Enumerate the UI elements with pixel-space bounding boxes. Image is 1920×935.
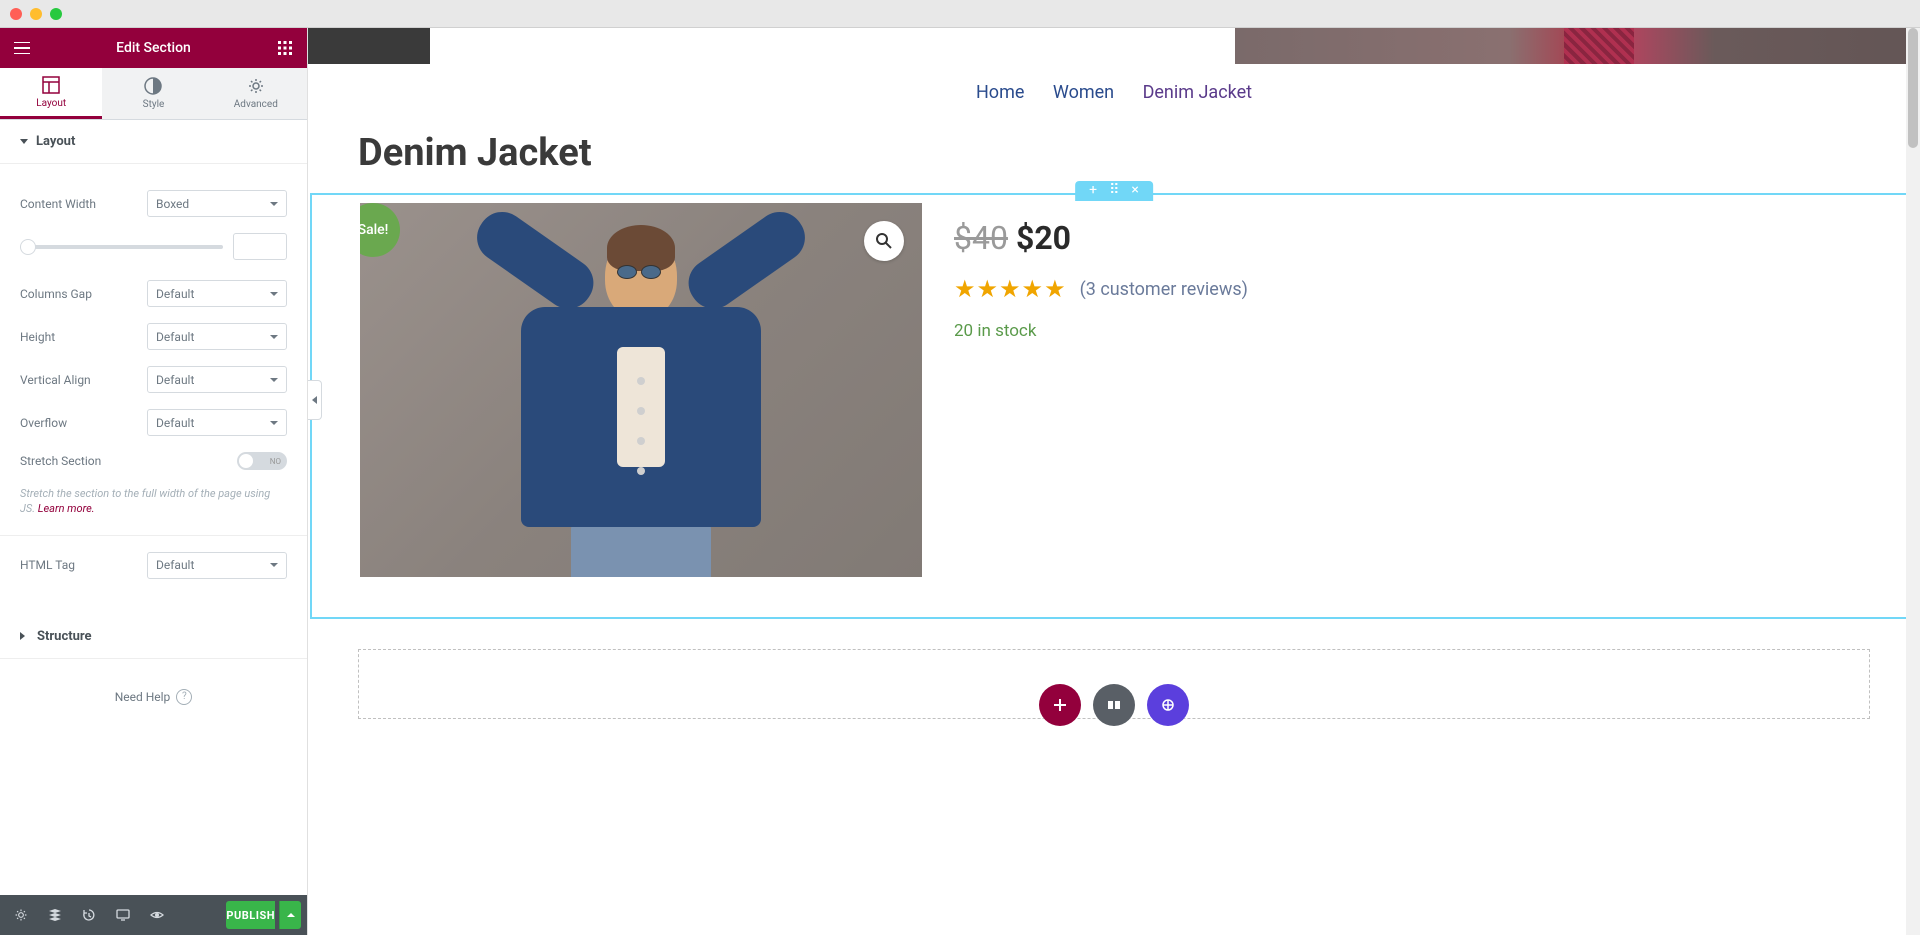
content-width-value: Boxed <box>156 197 189 211</box>
product-image[interactable]: Sale! <box>360 203 922 577</box>
publish-options-button[interactable] <box>279 901 301 929</box>
overflow-value: Default <box>156 416 194 430</box>
product-rating: ★★★★★ (3 customer reviews) <box>954 275 1868 303</box>
hero-image-strip <box>308 28 1920 64</box>
stretch-section-label: Stretch Section <box>20 454 237 468</box>
breadcrumb-home[interactable]: Home <box>976 82 1024 103</box>
person-illustration <box>471 233 811 577</box>
html-tag-select[interactable]: Default <box>147 552 287 579</box>
columns-gap-label: Columns Gap <box>20 287 147 301</box>
stretch-help-text: Stretch the section to the full width of… <box>20 486 287 535</box>
toggle-knob <box>239 454 253 468</box>
chevron-down-icon <box>270 378 278 382</box>
price-old: $40 <box>954 219 1008 257</box>
learn-more-link[interactable]: Learn more. <box>38 502 95 515</box>
caret-up-icon <box>287 913 295 917</box>
chevron-down-icon <box>270 421 278 425</box>
height-label: Height <box>20 330 147 344</box>
caret-down-icon <box>20 139 28 144</box>
layout-section-toggle[interactable]: Layout <box>0 120 307 164</box>
divider <box>0 535 307 536</box>
publish-button[interactable]: PUBLISH <box>226 901 275 929</box>
height-select[interactable]: Default <box>147 323 287 350</box>
sidebar-footer: PUBLISH <box>0 895 307 935</box>
sidebar-header: Edit Section <box>0 28 307 68</box>
structure-section-toggle[interactable]: Structure <box>0 615 307 659</box>
maximize-window-icon[interactable] <box>50 8 62 20</box>
columns-gap-select[interactable]: Default <box>147 280 287 307</box>
tab-layout-label: Layout <box>36 98 66 109</box>
chevron-down-icon <box>270 202 278 206</box>
preview-icon[interactable] <box>142 900 172 930</box>
reviews-link[interactable]: (3 customer reviews) <box>1080 279 1248 300</box>
vertical-align-select[interactable]: Default <box>147 366 287 393</box>
add-section-button[interactable] <box>1039 684 1081 726</box>
width-input[interactable] <box>233 233 287 260</box>
navigator-icon[interactable] <box>40 900 70 930</box>
sale-badge: Sale! <box>360 203 400 257</box>
close-window-icon[interactable] <box>10 8 22 20</box>
scrollbar-thumb[interactable] <box>1908 28 1918 148</box>
menu-icon[interactable] <box>12 38 32 58</box>
chevron-left-icon <box>312 396 317 404</box>
tab-advanced[interactable]: Advanced <box>205 68 307 119</box>
width-slider[interactable] <box>20 245 223 249</box>
chevron-down-icon <box>270 335 278 339</box>
content-width-select[interactable]: Boxed <box>147 190 287 217</box>
height-value: Default <box>156 330 194 344</box>
breadcrumb-current: Denim Jacket <box>1143 82 1252 103</box>
zoom-icon[interactable] <box>864 221 904 261</box>
drag-section-icon[interactable]: ⠿ <box>1109 183 1119 197</box>
responsive-icon[interactable] <box>108 900 138 930</box>
tab-style[interactable]: Style <box>102 68 204 119</box>
tab-layout[interactable]: Layout <box>0 68 102 119</box>
sidebar-title: Edit Section <box>32 40 275 56</box>
window-titlebar <box>0 0 1920 28</box>
help-icon: ? <box>176 689 192 705</box>
layout-section-label: Layout <box>36 134 75 149</box>
stock-status: 20 in stock <box>954 321 1868 341</box>
editor-tabs: Layout Style Advanced <box>0 68 307 120</box>
widgets-grid-icon[interactable] <box>275 38 295 58</box>
collapse-sidebar-handle[interactable] <box>308 380 322 420</box>
product-price: $40$20 <box>954 219 1868 257</box>
vertical-align-value: Default <box>156 373 194 387</box>
add-template-button[interactable] <box>1093 684 1135 726</box>
vertical-align-label: Vertical Align <box>20 373 147 387</box>
chevron-down-icon <box>270 563 278 567</box>
slider-thumb[interactable] <box>20 239 36 255</box>
minimize-window-icon[interactable] <box>30 8 42 20</box>
add-global-button[interactable] <box>1147 684 1189 726</box>
need-help-label: Need Help <box>115 690 171 704</box>
toggle-value: NO <box>270 457 281 466</box>
settings-icon[interactable] <box>6 900 36 930</box>
add-widget-dropzone[interactable] <box>358 649 1870 719</box>
breadcrumb-women[interactable]: Women <box>1053 82 1114 103</box>
overflow-select[interactable]: Default <box>147 409 287 436</box>
chevron-down-icon <box>270 292 278 296</box>
history-icon[interactable] <box>74 900 104 930</box>
breadcrumb: Home Women Denim Jacket <box>308 64 1920 113</box>
add-section-icon[interactable]: + <box>1089 183 1097 197</box>
section-edit-handle: + ⠿ × <box>1075 181 1153 201</box>
tab-advanced-label: Advanced <box>234 99 278 110</box>
editor-sidebar: Edit Section Layout Style Advanced Lay <box>0 28 308 935</box>
selected-section[interactable]: + ⠿ × Sale! <box>310 193 1918 619</box>
vertical-scrollbar[interactable]: ▲ <box>1906 28 1920 935</box>
columns-gap-value: Default <box>156 287 194 301</box>
stretch-section-toggle[interactable]: NO <box>237 452 287 470</box>
structure-section-label: Structure <box>37 629 92 644</box>
html-tag-label: HTML Tag <box>20 558 147 572</box>
content-width-label: Content Width <box>20 197 147 211</box>
overflow-label: Overflow <box>20 416 147 430</box>
price-new: $20 <box>1016 219 1071 257</box>
html-tag-value: Default <box>156 558 194 572</box>
caret-right-icon <box>20 632 29 640</box>
preview-canvas: Home Women Denim Jacket Denim Jacket + ⠿… <box>308 28 1920 935</box>
need-help[interactable]: Need Help ? <box>0 659 307 735</box>
tab-style-label: Style <box>143 99 165 110</box>
product-info: $40$20 ★★★★★ (3 customer reviews) 20 in … <box>954 203 1868 577</box>
stars-icon: ★★★★★ <box>954 275 1066 303</box>
delete-section-icon[interactable]: × <box>1131 183 1138 197</box>
